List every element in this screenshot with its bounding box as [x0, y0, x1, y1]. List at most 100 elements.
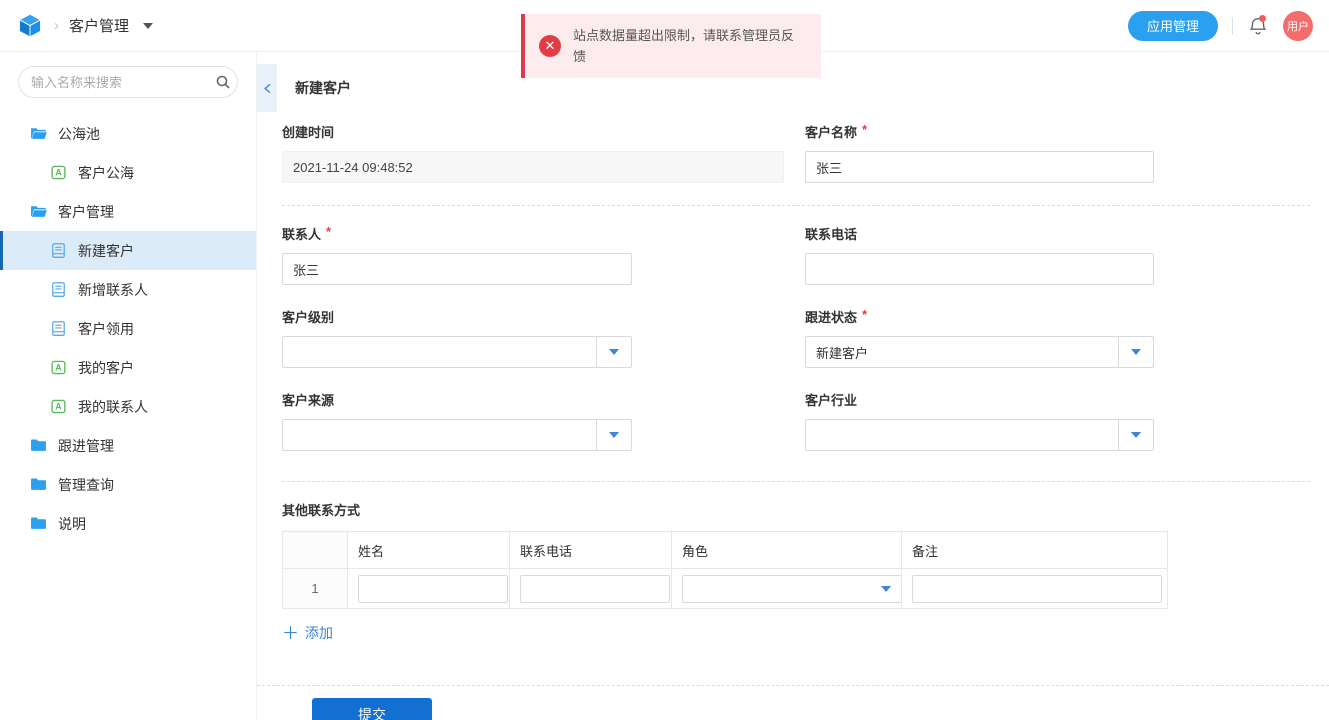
other-contacts-label: 其他联系方式 [282, 500, 1310, 519]
folder-open-icon [30, 125, 47, 142]
plus-icon: ＋ [282, 625, 299, 642]
sidebar-item-new-contact[interactable]: 新增联系人 [0, 270, 256, 309]
search-input[interactable] [31, 75, 207, 90]
required-asterisk: * [862, 122, 867, 141]
chevron-down-icon[interactable] [1118, 337, 1153, 367]
required-asterisk: * [326, 224, 331, 243]
col-phone-header: 联系电话 [510, 532, 672, 569]
breadcrumb[interactable]: 客户管理 [69, 15, 129, 36]
sidebar-tree: 公海池 A 客户公海 客户管理 新建客户 [0, 114, 256, 543]
submit-button[interactable]: 提交 [312, 698, 432, 720]
chevron-down-icon[interactable] [596, 420, 631, 450]
tree-item-label: 我的联系人 [78, 397, 148, 417]
col-remark-header: 备注 [902, 532, 1168, 569]
create-time-label: 创建时间 [282, 122, 805, 141]
section-divider [282, 205, 1310, 206]
svg-text:A: A [55, 363, 62, 373]
sidebar-item-customer-management[interactable]: 客户管理 [0, 192, 256, 231]
tree-item-label: 客户公海 [78, 163, 134, 183]
table-header-row: 姓名 联系电话 角色 备注 [283, 532, 1168, 569]
search-icon[interactable] [215, 74, 231, 90]
tree-item-label: 新建客户 [78, 241, 134, 261]
sidebar-item-public-pool[interactable]: 公海池 [0, 114, 256, 153]
customer-name-label: 客户名称 * [805, 122, 1154, 141]
col-index-header [283, 532, 348, 569]
sidebar-search [18, 66, 238, 98]
sidebar-item-followup-management[interactable]: 跟进管理 [0, 426, 256, 465]
notification-dot [1259, 15, 1266, 22]
folder-closed-icon [30, 515, 47, 532]
app-manage-button[interactable]: 应用管理 [1128, 11, 1218, 41]
chevron-down-icon[interactable] [871, 576, 901, 602]
page-title: 新建客户 [295, 78, 351, 98]
other-contacts-table: 姓名 联系电话 角色 备注 1 [282, 531, 1168, 609]
select-value: 新建客户 [806, 343, 1118, 362]
sidebar-item-customer-public-sea[interactable]: A 客户公海 [0, 153, 256, 192]
add-row-label: 添加 [305, 623, 333, 643]
contact-card-icon: A [50, 359, 67, 376]
header-divider [1232, 17, 1233, 35]
folder-closed-icon [30, 476, 47, 493]
sidebar-item-my-contacts[interactable]: A 我的联系人 [0, 387, 256, 426]
col-role-header: 角色 [672, 532, 902, 569]
row-role-select[interactable] [682, 575, 902, 603]
followup-status-select[interactable]: 新建客户 [805, 336, 1154, 368]
customer-source-select[interactable] [282, 419, 632, 451]
required-asterisk: * [862, 307, 867, 326]
row-remark-field[interactable] [912, 575, 1162, 603]
svg-text:A: A [55, 168, 62, 178]
toast-message: 站点数据量超出限制，请联系管理员反馈 [573, 25, 805, 67]
row-phone-field[interactable] [520, 575, 670, 603]
row-name-field[interactable] [358, 575, 508, 603]
contact-card-icon: A [50, 164, 67, 181]
tree-item-label: 公海池 [58, 124, 100, 144]
contact-field[interactable] [282, 253, 632, 285]
tree-item-label: 客户领用 [78, 319, 134, 339]
tree-item-label: 说明 [58, 514, 86, 534]
sidebar-item-my-customers[interactable]: A 我的客户 [0, 348, 256, 387]
chevron-down-icon[interactable] [1118, 420, 1153, 450]
error-toast: ✕ 站点数据量超出限制，请联系管理员反馈 [521, 14, 821, 78]
sidebar-item-new-customer[interactable]: 新建客户 [0, 231, 256, 270]
main-content: 新建客户 创建时间 客户名称 * [257, 52, 1329, 720]
svg-text:A: A [55, 402, 62, 412]
tree-item-label: 跟进管理 [58, 436, 114, 456]
tree-item-label: 客户管理 [58, 202, 114, 222]
tree-item-label: 新增联系人 [78, 280, 148, 300]
customer-source-label: 客户来源 [282, 390, 805, 409]
app-logo-cube-icon[interactable] [16, 12, 44, 40]
folder-open-icon [30, 203, 47, 220]
notification-bell-icon[interactable] [1247, 15, 1269, 37]
contact-label: 联系人 * [282, 224, 805, 243]
add-row-button[interactable]: ＋ 添加 [282, 623, 333, 643]
customer-level-select[interactable] [282, 336, 632, 368]
chevron-down-icon[interactable] [596, 337, 631, 367]
tree-item-label: 管理查询 [58, 475, 114, 495]
contact-card-icon: A [50, 398, 67, 415]
sidebar: 公海池 A 客户公海 客户管理 新建客户 [0, 52, 257, 720]
sidebar-item-management-query[interactable]: 管理查询 [0, 465, 256, 504]
tree-item-label: 我的客户 [78, 358, 134, 378]
sidebar-item-instructions[interactable]: 说明 [0, 504, 256, 543]
customer-industry-select[interactable] [805, 419, 1154, 451]
row-index: 1 [283, 569, 348, 609]
followup-status-label: 跟进状态 * [805, 307, 1154, 326]
create-time-field [282, 151, 784, 183]
user-avatar[interactable]: 用户 [1283, 11, 1313, 41]
document-icon [50, 320, 67, 337]
phone-field[interactable] [805, 253, 1154, 285]
customer-level-label: 客户级别 [282, 307, 805, 326]
customer-name-field[interactable] [805, 151, 1154, 183]
back-button[interactable] [257, 64, 277, 112]
error-circle-x-icon: ✕ [539, 35, 561, 57]
folder-closed-icon [30, 437, 47, 454]
breadcrumb-chevron-icon: › [54, 17, 59, 34]
breadcrumb-caret-icon[interactable] [143, 23, 153, 29]
phone-label: 联系电话 [805, 224, 1154, 243]
table-row: 1 [283, 569, 1168, 609]
col-name-header: 姓名 [348, 532, 510, 569]
section-divider [282, 481, 1310, 482]
document-icon [50, 242, 67, 259]
sidebar-item-customer-claim[interactable]: 客户领用 [0, 309, 256, 348]
document-icon [50, 281, 67, 298]
